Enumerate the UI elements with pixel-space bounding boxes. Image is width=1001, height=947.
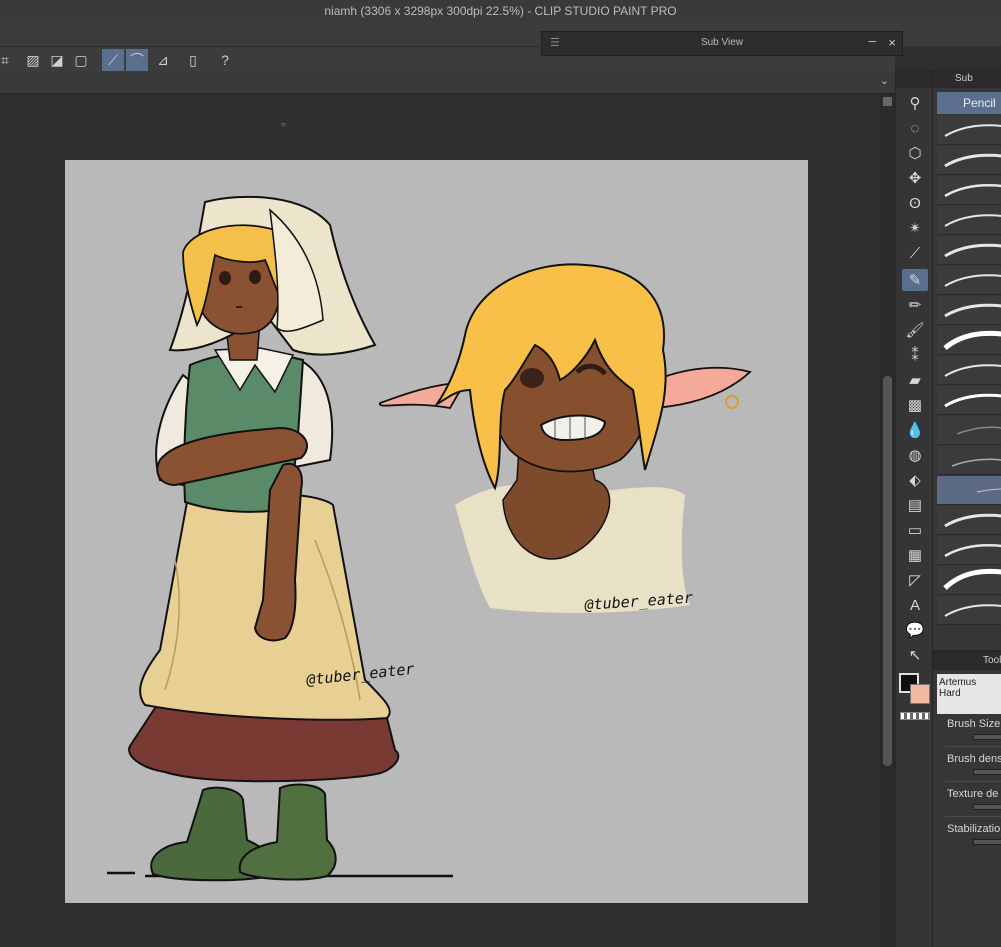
brush-preset[interactable] [937, 236, 1001, 265]
property-brush-density: Brush dens [947, 753, 1001, 765]
figure-icon[interactable]: ▭ [902, 519, 928, 541]
scroll-up-icon[interactable] [883, 97, 892, 106]
divider [945, 816, 1001, 817]
device-icon[interactable]: ▯ [182, 49, 204, 71]
tool-property-tab[interactable]: Tool [933, 652, 1001, 670]
pen-icon[interactable]: ✎ [902, 269, 928, 291]
brush-name-preview[interactable]: Artemus Hard [937, 674, 1001, 714]
pencil-group-label: Pencil [963, 96, 996, 110]
invert-selection-icon[interactable]: ◪ [46, 49, 68, 71]
rotate-view-icon[interactable]: ◌ [902, 117, 928, 139]
transform-icon[interactable]: ⌗ [0, 49, 16, 71]
clear-selection-icon[interactable]: ▨ [22, 49, 44, 71]
ruler-icon[interactable]: ◸ [902, 569, 928, 591]
property-stabilization: Stabilizatio [947, 823, 1001, 835]
tool-property-panel: Tool Artemus Hard Brush Size Brush dens … [933, 650, 1001, 947]
chevron-down-icon[interactable]: ⌄ [880, 74, 889, 87]
blend-icon[interactable]: 💧 [902, 419, 928, 441]
brush-preset[interactable] [937, 596, 1001, 625]
tool-palette-header [896, 70, 933, 88]
property-brush-size: Brush Size [947, 718, 1001, 730]
correct-line-icon[interactable]: ↖ [902, 644, 928, 666]
property-texture-density: Texture de [947, 788, 999, 800]
stabilization-slider[interactable] [973, 839, 1001, 845]
frame-icon[interactable]: ▦ [902, 544, 928, 566]
sub-view-title: Sub View [700, 37, 744, 48]
sub-tool-tab[interactable]: Sub [933, 70, 1001, 88]
tool-palette: ⚲ ◌ ⬡ ✥ ʘ ✴ ⟋ ✎ ✏ 🖌 ⁑ ▰ ▩ 💧 ◍ ⬖ ▤ ▭ ▦ ◸ … [895, 70, 933, 947]
pencil-icon[interactable]: ✏ [902, 294, 928, 316]
balloon-icon[interactable]: 💬 [902, 619, 928, 641]
airbrush-icon[interactable]: ⁑ [902, 344, 928, 366]
window-title: niamh (3306 x 3298px 300dpi 22.5%) - CLI… [324, 4, 677, 18]
brush-preset[interactable] [937, 566, 1001, 595]
artwork: @tuber_eater @tuber_eater [107, 195, 752, 882]
brush-preset[interactable] [937, 506, 1001, 535]
selection-border-icon[interactable]: ▢ [70, 49, 92, 71]
operation-icon[interactable]: ⬡ [902, 142, 928, 164]
lasso-icon[interactable]: ʘ [902, 192, 928, 214]
brush-preset[interactable] [937, 146, 1001, 175]
brush-name: Artemus Hard [939, 677, 977, 699]
close-button[interactable]: × [888, 35, 896, 50]
document-tab-strip: ⌄ [0, 72, 895, 94]
fill-icon[interactable]: ⬖ [902, 469, 928, 491]
brush-icon[interactable]: 🖌 [902, 319, 928, 341]
cursor-icon: ○ [281, 120, 286, 129]
eyedropper-icon[interactable]: ⟋ [902, 242, 928, 264]
brush-preset[interactable] [937, 176, 1001, 205]
brush-preset[interactable] [937, 296, 1001, 325]
sub-view-window[interactable]: ☰ Sub View – × [541, 31, 903, 56]
brush-preset[interactable] [937, 326, 1001, 355]
tool-property-tab-label: Tool [983, 655, 1001, 666]
special-ruler-snap-icon[interactable]: ⌒ [126, 49, 148, 71]
pencil-group-button[interactable]: Pencil [937, 92, 1001, 114]
brush-preset[interactable] [937, 536, 1001, 565]
sub-tool-panel: Sub Pencil Tool Artemus Hard Brush Size … [932, 70, 1001, 947]
brush-density-slider[interactable] [973, 769, 1001, 775]
brush-preset[interactable] [937, 356, 1001, 385]
brush-size-slider[interactable] [973, 734, 1001, 740]
divider [945, 746, 1001, 747]
gradient-icon[interactable]: ▤ [902, 494, 928, 516]
mesh-icon[interactable]: ◍ [902, 444, 928, 466]
brush-preset[interactable] [937, 416, 1001, 445]
minimize-button[interactable]: – [869, 33, 876, 48]
brush-preset[interactable] [937, 266, 1001, 295]
sub-color-swatch[interactable] [910, 684, 930, 704]
eraser-icon[interactable]: ▰ [902, 369, 928, 391]
vertical-scrollbar[interactable] [880, 94, 895, 947]
brush-preset[interactable] [937, 386, 1001, 415]
help-icon[interactable]: ? [214, 49, 236, 71]
text-icon[interactable]: A [902, 594, 928, 616]
magic-wand-icon[interactable]: ✴ [902, 217, 928, 239]
texture-density-slider[interactable] [973, 804, 1001, 810]
decoration-icon[interactable]: ▩ [902, 394, 928, 416]
brush-preset[interactable] [937, 116, 1001, 145]
sub-tool-tab-label: Sub [955, 73, 973, 84]
title-bar: niamh (3306 x 3298px 300dpi 22.5%) - CLI… [0, 0, 1001, 22]
grid-snap-icon[interactable]: ⊿ [152, 49, 174, 71]
transparent-color-swatch[interactable] [900, 712, 930, 720]
zoom-icon[interactable]: ⚲ [902, 92, 928, 114]
scrollbar-thumb[interactable] [883, 376, 892, 766]
brush-preset[interactable] [937, 446, 1001, 475]
ruler-snap-icon[interactable]: ⟋ [102, 49, 124, 71]
brush-preset-selected[interactable] [937, 476, 1001, 505]
move-layer-icon[interactable]: ✥ [902, 167, 928, 189]
brush-preset[interactable] [937, 206, 1001, 235]
divider [945, 781, 1001, 782]
canvas[interactable]: @tuber_eater @tuber_eater [65, 160, 808, 903]
